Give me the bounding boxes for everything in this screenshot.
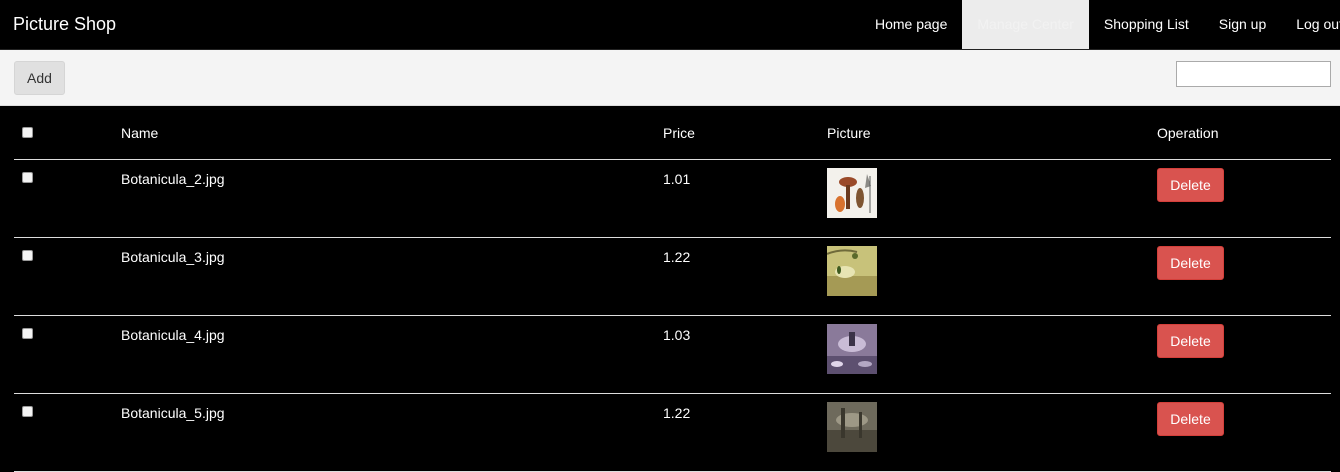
delete-button[interactable]: Delete	[1157, 324, 1224, 358]
row-name: Botanicula_3.jpg	[121, 237, 663, 316]
picture-thumbnail	[827, 402, 877, 452]
row-checkbox[interactable]	[22, 172, 33, 183]
picture-thumbnail	[827, 324, 877, 374]
pictures-table: Name Price Picture Operation Botanicula_…	[14, 106, 1331, 472]
table-row: Botanicula_4.jpg 1.03 Delete	[14, 315, 1331, 394]
delete-button[interactable]: Delete	[1157, 246, 1224, 280]
brand-title[interactable]: Picture Shop	[13, 13, 116, 35]
toolbar: Add	[0, 50, 1340, 106]
navbar: Picture Shop Home page Manage Center Sho…	[0, 0, 1340, 50]
header-picture: Picture	[827, 106, 1157, 160]
row-name: Botanicula_2.jpg	[121, 159, 663, 238]
nav-manage-center[interactable]: Manage Center	[962, 0, 1089, 49]
row-price: 1.03	[663, 315, 827, 394]
delete-button[interactable]: Delete	[1157, 402, 1224, 436]
header-operation: Operation	[1157, 106, 1331, 160]
header-price: Price	[663, 106, 827, 160]
table-row: Botanicula_2.jpg 1.01 Delete	[14, 159, 1331, 238]
picture-thumbnail	[827, 168, 877, 218]
nav-log-out[interactable]: Log out	[1281, 0, 1340, 49]
row-price: 1.01	[663, 159, 827, 238]
row-checkbox[interactable]	[22, 328, 33, 339]
row-price: 1.22	[663, 237, 827, 316]
nav-home-page[interactable]: Home page	[860, 0, 962, 49]
nav-shopping-list[interactable]: Shopping List	[1089, 0, 1204, 49]
table-header-row: Name Price Picture Operation	[14, 106, 1331, 160]
table-row: Botanicula_3.jpg 1.22 Delete	[14, 237, 1331, 316]
delete-button[interactable]: Delete	[1157, 168, 1224, 202]
row-checkbox[interactable]	[22, 406, 33, 417]
select-all-checkbox[interactable]	[22, 126, 33, 138]
search-input[interactable]	[1176, 61, 1331, 87]
table-row: Botanicula_5.jpg 1.22 Delete	[14, 393, 1331, 472]
header-name: Name	[121, 106, 663, 160]
nav-links: Home page Manage Center Shopping List Si…	[860, 0, 1340, 49]
row-name: Botanicula_4.jpg	[121, 315, 663, 394]
nav-sign-up[interactable]: Sign up	[1204, 0, 1281, 49]
row-name: Botanicula_5.jpg	[121, 393, 663, 472]
add-button[interactable]: Add	[14, 61, 65, 95]
row-checkbox[interactable]	[22, 250, 33, 261]
picture-thumbnail	[827, 246, 877, 296]
row-price: 1.22	[663, 393, 827, 472]
